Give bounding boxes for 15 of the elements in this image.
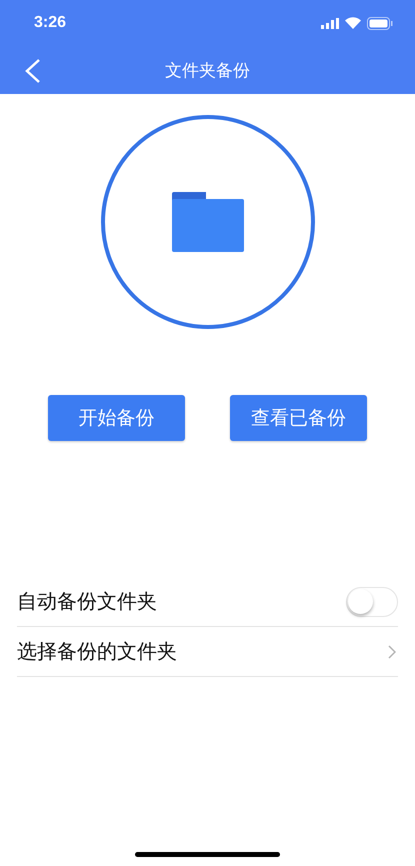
home-indicator[interactable] bbox=[135, 852, 280, 857]
page-title: 文件夹备份 bbox=[165, 60, 250, 82]
back-icon[interactable] bbox=[24, 58, 42, 84]
setting-label: 选择备份的文件夹 bbox=[17, 638, 177, 665]
backup-button[interactable]: 开始备份 bbox=[48, 395, 185, 441]
chevron-icon bbox=[388, 644, 396, 658]
toggle-switch[interactable] bbox=[346, 586, 398, 616]
setting-label: 自动备份文件夹 bbox=[17, 588, 157, 615]
folder-picker-row[interactable]: 选择备份的文件夹 bbox=[17, 627, 398, 677]
signal-icon bbox=[321, 18, 339, 28]
status-time: 3:26 bbox=[34, 14, 66, 32]
wifi-icon bbox=[345, 17, 361, 29]
backup-button[interactable]: 查看已备份 bbox=[230, 395, 367, 441]
folder-icon bbox=[172, 192, 244, 252]
battery-icon bbox=[367, 16, 393, 30]
